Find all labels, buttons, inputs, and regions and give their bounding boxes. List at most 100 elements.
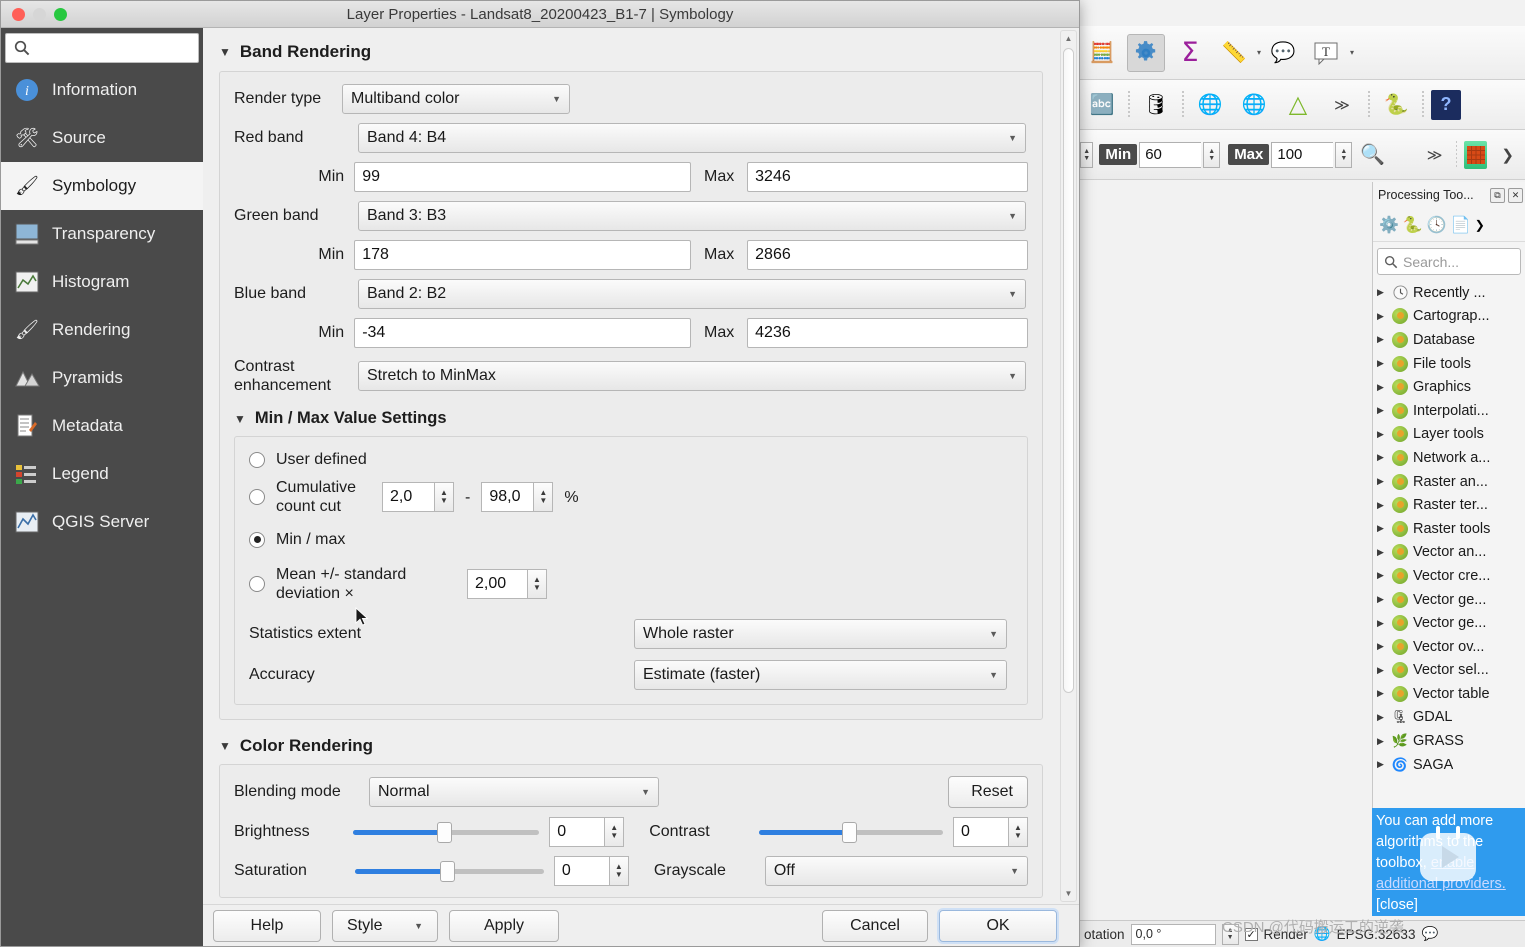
tree-item[interactable]: ▶ Vector table <box>1377 682 1525 706</box>
close-icon[interactable]: ✕ <box>1508 187 1523 203</box>
red-band-combobox[interactable]: Band 4: B4 ▼ <box>358 123 1026 153</box>
mean-stddev-spinbox[interactable]: 2,00 ▲ ▼ <box>467 569 547 599</box>
blue-max-input[interactable]: 4236 <box>747 318 1028 348</box>
cumulative-high-spinbox[interactable]: 98,0 ▲ ▼ <box>481 482 554 512</box>
dialog-scrollbar[interactable]: ▲ ▼ <box>1060 30 1077 902</box>
tree-item[interactable]: ▶ Vector sel... <box>1377 659 1525 683</box>
scroll-up-arrow-icon[interactable]: ▲ <box>1061 31 1076 46</box>
toolbox-overflow-icon[interactable]: ❯ <box>1475 218 1485 232</box>
left-spin-buttons[interactable]: ▲ ▼ <box>1080 141 1094 168</box>
toolbar-max-spinner[interactable]: ▲ ▼ <box>1335 141 1353 168</box>
sidebar-item-rendering[interactable]: 🖌 Rendering <box>1 306 203 354</box>
blending-mode-combobox[interactable]: Normal ▼ <box>369 777 659 807</box>
expand-triangle-icon[interactable]: ▶ <box>1377 382 1387 393</box>
measure-ruler-icon[interactable]: 📏 <box>1215 34 1253 72</box>
tree-item[interactable]: ▶ Network a... <box>1377 446 1525 470</box>
contrast-spinbox[interactable]: 0 ▲ ▼ <box>953 817 1028 847</box>
render-type-combobox[interactable]: Multiband color ▼ <box>342 84 570 114</box>
tree-item[interactable]: ▶ Raster ter... <box>1377 493 1525 517</box>
user-defined-radio[interactable] <box>249 451 265 468</box>
tip-close-link[interactable]: [close] <box>1376 897 1418 913</box>
maximize-window-button[interactable] <box>54 8 67 21</box>
accuracy-combobox[interactable]: Estimate (faster) ▼ <box>634 660 1007 690</box>
scroll-down-arrow-icon[interactable]: ▼ <box>1061 886 1076 901</box>
annotation-dropdown-caret-icon[interactable]: ▾ <box>1350 48 1354 57</box>
style-button[interactable]: Style ▼ <box>332 909 438 942</box>
red-min-input[interactable]: 99 <box>354 162 692 192</box>
green-band-combobox[interactable]: Band 3: B3 ▼ <box>358 201 1026 231</box>
sidebar-search-input[interactable] <box>5 33 199 63</box>
blue-band-combobox[interactable]: Band 2: B2 ▼ <box>358 279 1026 309</box>
expand-triangle-icon[interactable]: ▶ <box>1377 641 1387 652</box>
cancel-button[interactable]: Cancel <box>822 909 928 942</box>
cumulative-count-cut-row[interactable]: Cumulative count cut 2,0 ▲▼ - 98,0 ▲▼ <box>249 478 1013 516</box>
minmax-settings-group-header[interactable]: ▼ Min / Max Value Settings <box>234 409 1028 428</box>
user-defined-radio-row[interactable]: User defined <box>249 450 1013 469</box>
tree-item[interactable]: ▶ Cartograp... <box>1377 305 1525 329</box>
mean-stddev-row[interactable]: Mean +/- standard deviation × 2,00 ▲ ▼ <box>249 565 1013 603</box>
brightness-slider[interactable] <box>352 821 540 843</box>
saturation-slider[interactable] <box>354 860 544 882</box>
toolbar-min-spinner[interactable]: ▲ ▼ <box>1203 141 1221 168</box>
contrast-spinner-buttons[interactable]: ▲ ▼ <box>1008 817 1028 847</box>
expand-triangle-icon[interactable]: ▶ <box>1377 712 1387 723</box>
brightness-spinbox[interactable]: 0 ▲ ▼ <box>549 817 625 847</box>
results-log-icon[interactable]: 📄 <box>1451 215 1471 235</box>
messages-icon[interactable]: 💬 <box>1421 926 1438 942</box>
toolbar-max-input[interactable]: 100 <box>1271 141 1334 168</box>
reset-button[interactable]: Reset <box>948 776 1028 808</box>
minmax-radio[interactable] <box>249 531 265 548</box>
blue-min-input[interactable]: -34 <box>354 318 692 348</box>
expand-triangle-icon[interactable]: ▶ <box>1377 476 1387 487</box>
grayscale-combobox[interactable]: Off ▼ <box>764 856 1029 886</box>
expand-triangle-icon[interactable]: ▶ <box>1377 523 1387 534</box>
tree-item[interactable]: ▶ Layer tools <box>1377 423 1525 447</box>
expand-triangle-icon[interactable]: ▶ <box>1377 334 1387 345</box>
toolbar-min-input[interactable]: 60 <box>1139 141 1202 168</box>
contrast-slider[interactable] <box>758 821 943 843</box>
saturation-spinbox[interactable]: 0 ▲ ▼ <box>553 856 629 886</box>
sidebar-item-legend[interactable]: Legend <box>1 450 203 498</box>
green-min-input[interactable]: 178 <box>354 240 692 270</box>
processing-search-input[interactable]: Search... <box>1377 248 1521 275</box>
red-max-input[interactable]: 3246 <box>747 162 1028 192</box>
green-max-input[interactable]: 2866 <box>747 240 1028 270</box>
tree-item[interactable]: ▶ Vector ov... <box>1377 635 1525 659</box>
contrast-enhancement-combobox[interactable]: Stretch to MinMax ▼ <box>358 361 1026 391</box>
collapse-triangle-icon[interactable]: ▼ <box>219 739 231 753</box>
help-icon[interactable]: ? <box>1431 89 1461 120</box>
sigma-statistics-icon[interactable]: Σ <box>1171 34 1209 72</box>
tree-item[interactable]: ▶ 🌀 SAGA <box>1377 753 1525 777</box>
text-annotation-icon[interactable]: T <box>1308 34 1346 72</box>
toolbar-overflow-icon[interactable]: ≫ <box>1420 136 1449 174</box>
collapse-triangle-icon[interactable]: ▼ <box>219 45 231 59</box>
tree-item[interactable]: ▶ Raster tools <box>1377 517 1525 541</box>
tree-item[interactable]: ▶ File tools <box>1377 352 1525 376</box>
sidebar-item-source[interactable]: 🛠 Source <box>1 114 203 162</box>
help-button[interactable]: Help <box>213 909 321 942</box>
color-rendering-group-header[interactable]: ▼ Color Rendering <box>219 736 1043 756</box>
sidebar-item-histogram[interactable]: Histogram <box>1 258 203 306</box>
scrollbar-thumb[interactable] <box>1063 48 1074 693</box>
brightness-slider-handle[interactable] <box>436 821 452 843</box>
expand-triangle-icon[interactable]: ▶ <box>1377 500 1387 511</box>
tree-item[interactable]: ▶ Database <box>1377 328 1525 352</box>
band-rendering-group-header[interactable]: ▼ Band Rendering <box>219 42 1043 62</box>
cumulative-low-spinner-buttons[interactable]: ▲ ▼ <box>434 482 454 512</box>
mean-stddev-radio[interactable] <box>249 576 265 592</box>
tree-item[interactable]: ▶ Vector ge... <box>1377 611 1525 635</box>
tree-item[interactable]: ▶ Recently ... <box>1377 281 1525 305</box>
tree-item[interactable]: ▶ Graphics <box>1377 375 1525 399</box>
statistics-extent-combobox[interactable]: Whole raster ▼ <box>634 619 1007 649</box>
expand-triangle-icon[interactable]: ▶ <box>1377 570 1387 581</box>
saturation-slider-handle[interactable] <box>439 860 455 882</box>
sidebar-item-qgis-server[interactable]: QGIS Server <box>1 498 203 546</box>
cumulative-low-spinbox[interactable]: 2,0 ▲ ▼ <box>382 482 454 512</box>
expand-triangle-icon[interactable]: ▶ <box>1377 759 1387 770</box>
tree-item[interactable]: ▶ 🗜 GDAL <box>1377 706 1525 730</box>
apply-button[interactable]: Apply <box>449 909 559 942</box>
expand-triangle-icon[interactable]: ▶ <box>1377 287 1387 298</box>
mean-stddev-spinner-buttons[interactable]: ▲ ▼ <box>527 569 547 599</box>
expand-triangle-icon[interactable]: ▶ <box>1377 311 1387 322</box>
sidebar-item-pyramids[interactable]: Pyramids <box>1 354 203 402</box>
